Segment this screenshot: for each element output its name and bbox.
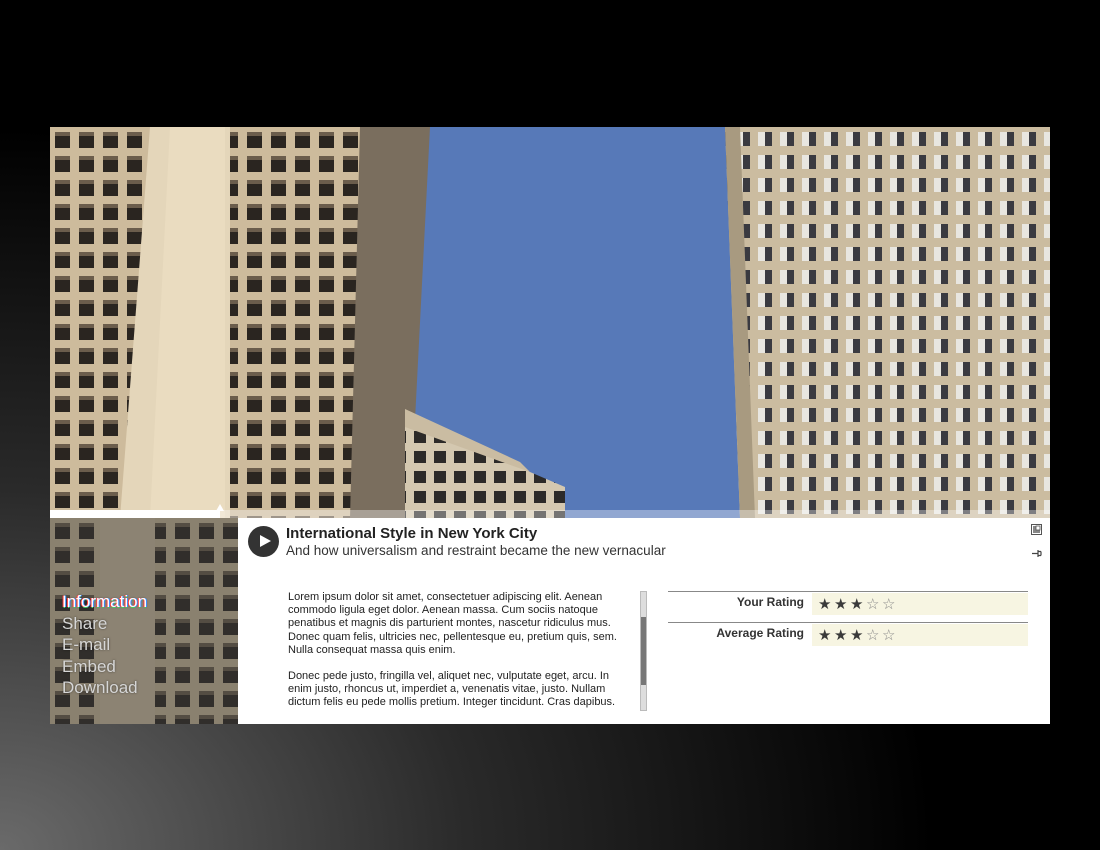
your-rating-row: Your Rating ★ ★ ★ ☆ ☆ bbox=[668, 591, 1028, 617]
left-nav: Information Share E-mail Embed Download bbox=[50, 518, 238, 724]
progress-handle[interactable] bbox=[216, 504, 224, 511]
progress-fill bbox=[50, 510, 220, 518]
pin-icon[interactable] bbox=[1031, 548, 1042, 559]
average-rating-row: Average Rating ★ ★ ★ ☆ ☆ bbox=[668, 622, 1028, 648]
star-icon: ☆ bbox=[866, 627, 880, 644]
building-photo bbox=[50, 127, 1050, 518]
video-frame[interactable] bbox=[50, 127, 1050, 518]
progress-bar[interactable] bbox=[50, 504, 1050, 518]
star-icon: ★ bbox=[834, 627, 848, 644]
your-rating-box: ★ ★ ★ ☆ ☆ bbox=[812, 593, 1028, 615]
your-rating-label: Your Rating bbox=[736, 595, 804, 609]
your-rating-stars[interactable]: ★ ★ ★ ☆ ☆ bbox=[818, 595, 898, 613]
average-rating-label: Average Rating bbox=[716, 626, 804, 640]
description-paragraph: Donec pede justo, fringilla vel, aliquet… bbox=[288, 670, 616, 709]
star-icon: ☆ bbox=[882, 627, 896, 644]
average-rating-box: ★ ★ ★ ☆ ☆ bbox=[812, 624, 1028, 646]
nav-item-embed[interactable]: Embed bbox=[62, 656, 147, 678]
star-icon[interactable]: ★ bbox=[850, 595, 866, 613]
star-icon: ★ bbox=[818, 627, 832, 644]
play-button[interactable] bbox=[248, 526, 279, 557]
nav-item-e-mail[interactable]: E-mail bbox=[62, 634, 147, 656]
star-icon[interactable]: ★ bbox=[818, 595, 834, 613]
star-icon[interactable]: ★ bbox=[834, 595, 850, 613]
nav-item-download[interactable]: Download bbox=[62, 677, 147, 699]
video-subtitle: And how universalism and restraint becam… bbox=[286, 543, 666, 558]
average-rating-stars: ★ ★ ★ ☆ ☆ bbox=[818, 626, 898, 644]
video-title: International Style in New York City bbox=[286, 525, 538, 542]
star-icon: ★ bbox=[850, 627, 864, 644]
popout-icon[interactable] bbox=[1031, 524, 1042, 535]
nav-item-information[interactable]: Information bbox=[62, 591, 147, 613]
star-icon[interactable]: ☆ bbox=[882, 595, 898, 613]
description-scrollbar[interactable] bbox=[640, 591, 647, 711]
star-icon[interactable]: ☆ bbox=[866, 595, 882, 613]
nav-item-share[interactable]: Share bbox=[62, 613, 147, 635]
video-player: Information Share E-mail Embed Download Inte… bbox=[50, 127, 1050, 724]
info-panel: International Style in New York City And… bbox=[238, 518, 1050, 724]
description-text: Lorem ipsum dolor sit amet, consectetuer… bbox=[288, 591, 624, 711]
nav-menu: Information Share E-mail Embed Download bbox=[62, 591, 147, 699]
description-paragraph: Lorem ipsum dolor sit amet, consectetuer… bbox=[288, 591, 617, 656]
scrollbar-thumb[interactable] bbox=[641, 617, 646, 685]
